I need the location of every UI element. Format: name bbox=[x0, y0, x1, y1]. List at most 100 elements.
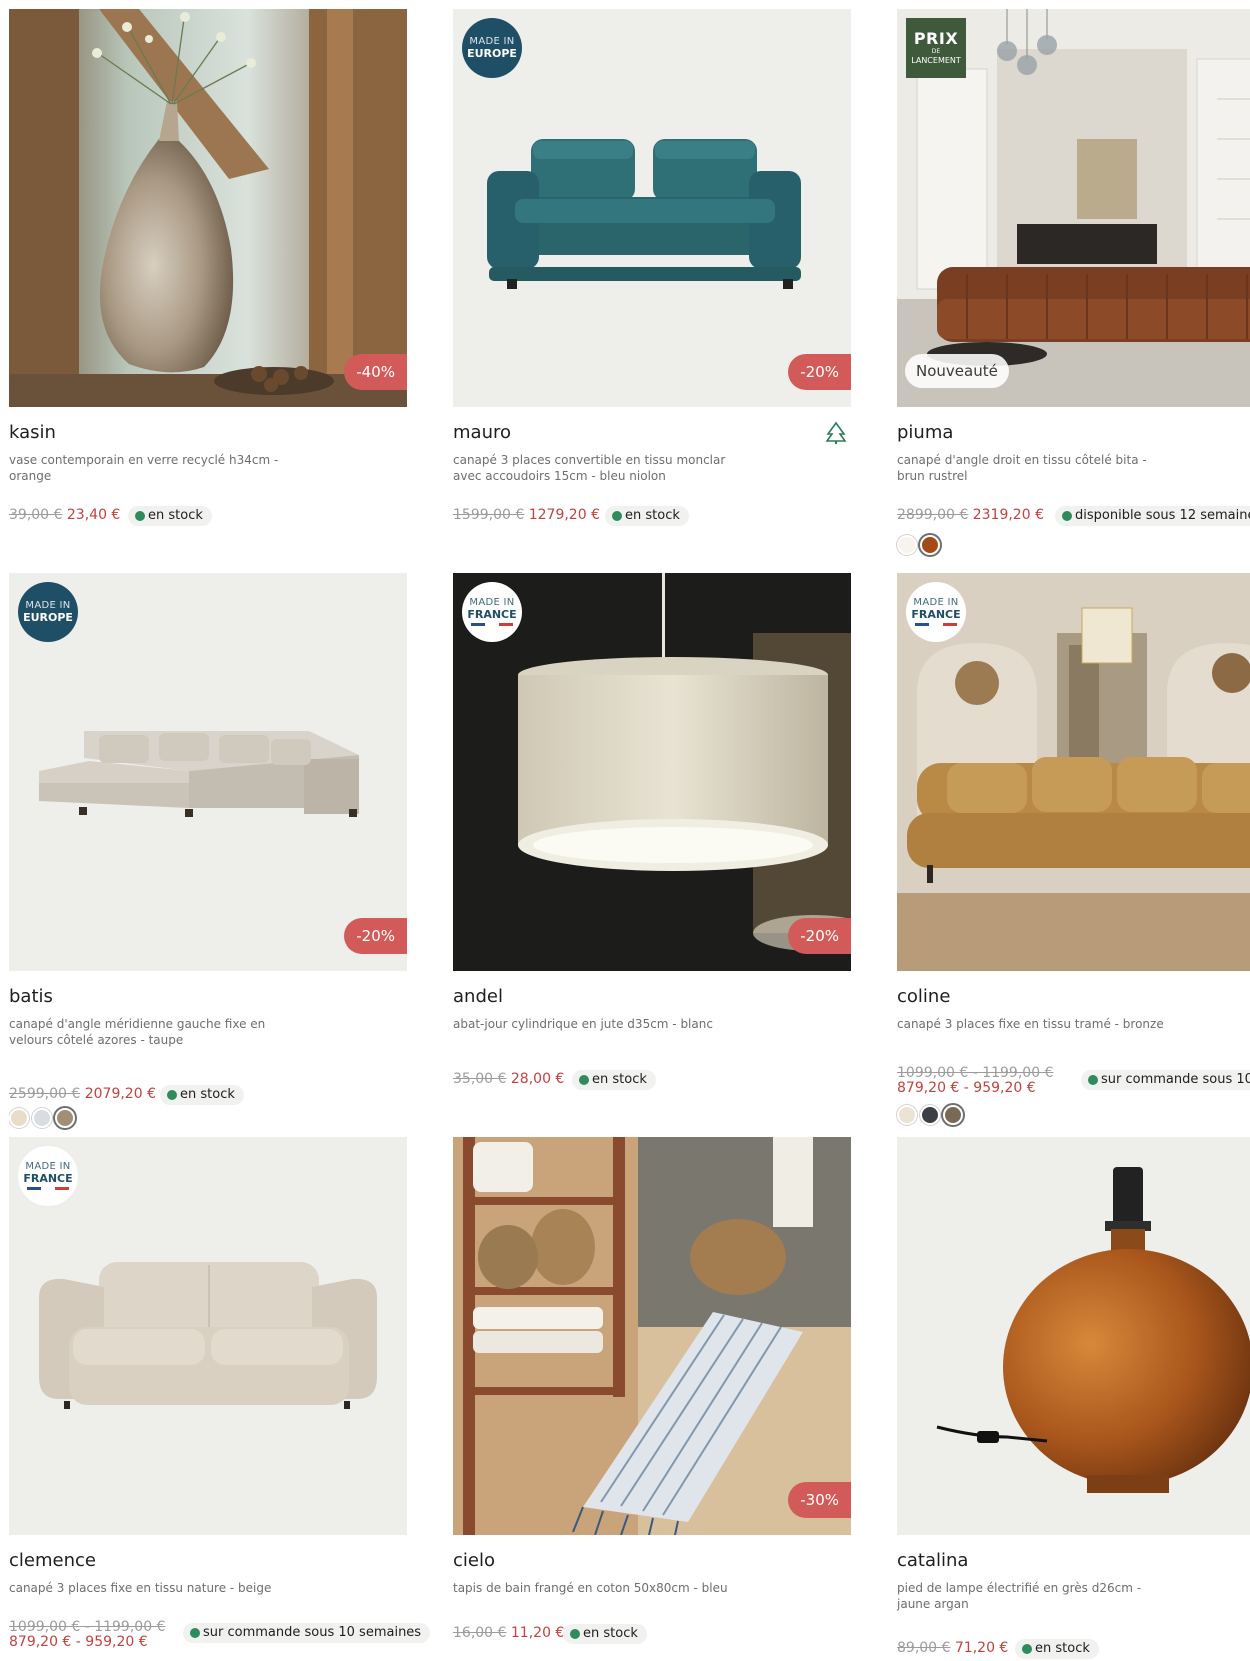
product-card-coline[interactable]: MADE IN FRANCE coline canapé 3 places fi… bbox=[897, 573, 1250, 1133]
bath-mat-photo bbox=[453, 1137, 851, 1535]
french-flag-icon bbox=[915, 623, 957, 626]
availability-badge: en stock bbox=[572, 1070, 656, 1090]
french-flag-icon bbox=[471, 623, 513, 626]
sale-price: 23,40 € bbox=[66, 507, 121, 523]
color-swatch[interactable] bbox=[920, 535, 940, 555]
old-price: 35,00 € bbox=[453, 1071, 507, 1087]
price-block: 1099,00 € - 1199,00 € 879,20 € - 959,20 … bbox=[9, 1620, 165, 1650]
old-price: 1599,00 € bbox=[453, 507, 525, 523]
availability-badge: sur commande sous 10 semaines bbox=[183, 1623, 431, 1643]
availability-badge: en stock bbox=[563, 1624, 647, 1644]
price-block: 89,00 € 71,20 € bbox=[897, 1641, 1008, 1656]
product-card-kasin[interactable]: -40% kasin vase contemporain en verre re… bbox=[9, 9, 407, 529]
product-image[interactable]: -30% bbox=[453, 1137, 851, 1535]
product-image[interactable]: MADE IN FRANCE bbox=[9, 1137, 407, 1535]
made-in-europe-badge: MADE IN EUROPE bbox=[18, 582, 78, 642]
availability-badge: en stock bbox=[1015, 1639, 1099, 1659]
availability-badge: en stock bbox=[160, 1085, 244, 1105]
product-image[interactable]: MADE IN FRANCE -20% bbox=[453, 573, 851, 971]
price-block: 16,00 € 11,20 € bbox=[453, 1626, 564, 1641]
product-description: canapé 3 places fixe en tissu tramé - br… bbox=[897, 1017, 1164, 1031]
new-badge: Nouveauté bbox=[905, 354, 1009, 388]
product-image[interactable] bbox=[897, 1137, 1250, 1535]
color-swatch[interactable] bbox=[920, 1105, 940, 1125]
made-in-france-badge: MADE IN FRANCE bbox=[18, 1146, 78, 1206]
sale-price: 1279,20 € bbox=[528, 507, 600, 523]
old-price: 89,00 € bbox=[897, 1640, 951, 1656]
product-card-piuma[interactable]: PRIX DE LANCEMENT Nouveauté piuma canapé… bbox=[897, 9, 1250, 569]
product-name[interactable]: batis bbox=[9, 986, 53, 1007]
price-block: 1599,00 € 1279,20 € bbox=[453, 508, 600, 523]
product-description: tapis de bain frangé en coton 50x80cm - … bbox=[453, 1581, 728, 1595]
discount-badge: -20% bbox=[788, 354, 851, 390]
discount-badge: -20% bbox=[788, 918, 851, 954]
product-name[interactable]: mauro bbox=[453, 422, 511, 443]
product-card-mauro[interactable]: MADE IN EUROPE -20% mauro canapé 3 place… bbox=[453, 9, 851, 529]
product-description: canapé 3 places convertible en tissu mon… bbox=[453, 453, 726, 483]
product-card-clemence[interactable]: MADE IN FRANCE clemence canapé 3 places … bbox=[9, 1137, 431, 1661]
product-description: canapé 3 places fixe en tissu nature - b… bbox=[9, 1581, 272, 1595]
product-image[interactable]: MADE IN FRANCE bbox=[897, 573, 1250, 971]
old-price: 1099,00 € - 1199,00 € bbox=[897, 1065, 1054, 1081]
made-in-france-badge: MADE IN FRANCE bbox=[906, 582, 966, 642]
product-image[interactable]: MADE IN EUROPE -20% bbox=[453, 9, 851, 407]
product-name[interactable]: catalina bbox=[897, 1550, 968, 1571]
price-block: 2899,00 € 2319,20 € bbox=[897, 508, 1044, 523]
product-image[interactable]: MADE IN EUROPE -20% bbox=[9, 573, 407, 971]
product-name[interactable]: clemence bbox=[9, 1550, 96, 1571]
french-flag-icon bbox=[27, 1187, 69, 1190]
price-block: 1099,00 € - 1199,00 € 879,20 € - 959,20 … bbox=[897, 1066, 1053, 1096]
color-swatch[interactable] bbox=[897, 535, 917, 555]
old-price: 39,00 € bbox=[9, 507, 63, 523]
discount-badge: -20% bbox=[344, 918, 407, 954]
launch-price-badge: PRIX DE LANCEMENT bbox=[906, 18, 966, 78]
product-description: canapé d'angle méridienne gauche fixe en… bbox=[9, 1017, 266, 1047]
price-block: 2599,00 € 2079,20 € bbox=[9, 1087, 156, 1102]
product-card-andel[interactable]: MADE IN FRANCE -20% andel abat-jour cyli… bbox=[453, 573, 851, 1133]
product-name[interactable]: andel bbox=[453, 986, 503, 1007]
discount-badge: -40% bbox=[344, 354, 407, 390]
product-name[interactable]: coline bbox=[897, 986, 950, 1007]
product-description: abat-jour cylindrique en jute d35cm - bl… bbox=[453, 1017, 713, 1031]
sale-price: 28,00 € bbox=[510, 1071, 565, 1087]
product-image[interactable]: -40% bbox=[9, 9, 407, 407]
old-price: 2899,00 € bbox=[897, 507, 969, 523]
old-price: 1099,00 € - 1199,00 € bbox=[9, 1619, 166, 1635]
old-price: 16,00 € bbox=[453, 1625, 507, 1641]
product-name[interactable]: cielo bbox=[453, 1550, 495, 1571]
color-swatch[interactable] bbox=[9, 1108, 29, 1128]
vase-photo bbox=[9, 9, 407, 407]
color-swatch[interactable] bbox=[55, 1108, 75, 1128]
color-swatch[interactable] bbox=[943, 1105, 963, 1125]
color-swatch[interactable] bbox=[32, 1108, 52, 1128]
sale-price: 879,20 € - 959,20 € bbox=[9, 1634, 148, 1650]
product-card-batis[interactable]: MADE IN EUROPE -20% batis canapé d'angle… bbox=[9, 573, 407, 1133]
product-name[interactable]: kasin bbox=[9, 422, 56, 443]
sale-price: 2079,20 € bbox=[84, 1086, 156, 1102]
lamp-base-photo bbox=[897, 1137, 1250, 1535]
made-in-europe-badge: MADE IN EUROPE bbox=[462, 18, 522, 78]
availability-badge: en stock bbox=[605, 506, 689, 526]
product-image[interactable]: PRIX DE LANCEMENT Nouveauté bbox=[897, 9, 1250, 407]
color-swatches bbox=[9, 1108, 75, 1128]
price-block: 35,00 € 28,00 € bbox=[453, 1072, 564, 1087]
product-card-cielo[interactable]: -30% cielo tapis de bain frangé en coton… bbox=[453, 1137, 851, 1661]
product-card-catalina[interactable]: catalina pied de lampe électrifié en grè… bbox=[897, 1137, 1250, 1661]
fsc-tree-icon bbox=[825, 421, 847, 444]
sale-price: 2319,20 € bbox=[972, 507, 1044, 523]
sale-price: 71,20 € bbox=[954, 1640, 1009, 1656]
availability-badge: en stock bbox=[128, 506, 212, 526]
product-name[interactable]: piuma bbox=[897, 422, 953, 443]
color-swatch[interactable] bbox=[897, 1105, 917, 1125]
sale-price: 879,20 € - 959,20 € bbox=[897, 1080, 1036, 1096]
product-description: pied de lampe électrifié en grès d26cm -… bbox=[897, 1581, 1142, 1611]
color-swatches bbox=[897, 535, 940, 555]
old-price: 2599,00 € bbox=[9, 1086, 81, 1102]
made-in-france-badge: MADE IN FRANCE bbox=[462, 582, 522, 642]
product-grid: -40% kasin vase contemporain en verre re… bbox=[9, 9, 1250, 1661]
discount-badge: -30% bbox=[788, 1482, 851, 1518]
availability-badge: disponible sous 12 semaines bbox=[1055, 506, 1250, 526]
availability-badge: sur commande sous 10 semaines bbox=[1081, 1070, 1250, 1090]
product-description: vase contemporain en verre recyclé h34cm… bbox=[9, 453, 279, 483]
price-block: 39,00 € 23,40 € bbox=[9, 508, 120, 523]
